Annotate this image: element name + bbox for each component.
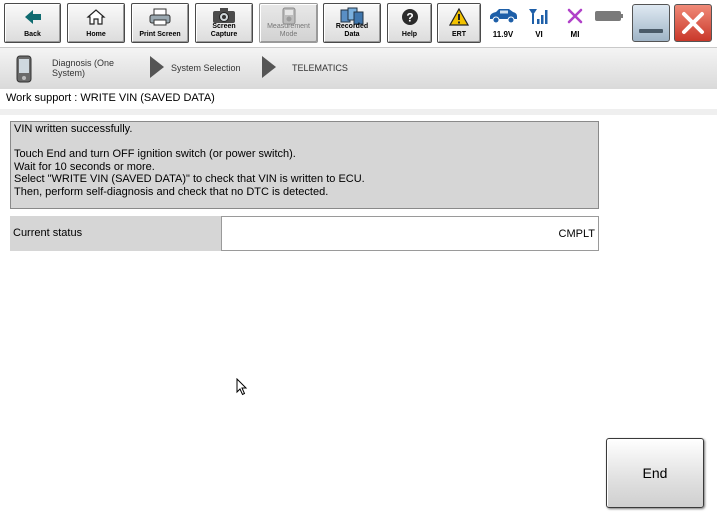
minimize-button[interactable] — [632, 4, 670, 42]
vi-indicator: VI — [524, 5, 554, 43]
divider — [0, 109, 717, 115]
current-status-row: Current status CMPLT — [10, 216, 599, 251]
help-button[interactable]: ? Help — [387, 3, 432, 43]
toolbar: Back Home Print Screen Screen Capture Me… — [0, 0, 717, 47]
close-button[interactable] — [674, 4, 712, 42]
message-line: Wait for 10 seconds or more. — [14, 160, 155, 173]
minimize-icon — [639, 29, 663, 33]
message-box: VIN written successfully. Touch End and … — [10, 121, 599, 209]
breadcrumb-diagnosis[interactable]: Diagnosis (One System) — [52, 58, 114, 78]
device-battery-icon — [594, 5, 624, 27]
vehicle-icon — [484, 5, 522, 27]
ert-label: ERT — [452, 31, 466, 38]
end-button-label: End — [642, 465, 668, 481]
help-icon: ? — [388, 7, 431, 27]
current-status-value-cell: CMPLT — [221, 216, 599, 251]
current-status-label: Current status — [13, 227, 83, 239]
device-indicator — [594, 5, 624, 43]
signal-icon — [524, 5, 554, 27]
mi-indicator: MI — [560, 5, 590, 43]
message-line: Select "WRITE VIN (SAVED DATA)" to check… — [14, 173, 365, 186]
mi-label: MI — [570, 30, 580, 39]
breadcrumb-separator-icon — [262, 56, 276, 78]
back-label: Back — [24, 31, 41, 38]
message-line: VIN written successfully. — [14, 123, 133, 135]
print-screen-button[interactable]: Print Screen — [131, 3, 189, 43]
recorded-data-button[interactable]: Recorded Data — [323, 3, 381, 43]
current-status-value: CMPLT — [558, 228, 595, 240]
help-label: Help — [401, 31, 418, 38]
svg-text:?: ? — [406, 11, 413, 25]
page-title: Work support : WRITE VIN (SAVED DATA) — [6, 92, 215, 104]
device-phone-icon — [16, 55, 32, 83]
back-button[interactable]: Back — [4, 3, 61, 43]
printer-icon — [132, 7, 188, 27]
message-line: Touch End and turn OFF ignition switch (… — [14, 148, 296, 161]
breadcrumb: Diagnosis (One System) System Selection … — [0, 47, 717, 90]
battery-voltage-indicator: 11.9V — [484, 5, 522, 43]
measurement-mode-button[interactable]: Measurement Mode — [259, 3, 318, 43]
current-status-label-cell: Current status — [10, 216, 221, 251]
home-button[interactable]: Home — [67, 3, 125, 43]
home-label: Home — [86, 31, 106, 38]
back-arrow-icon — [5, 7, 60, 27]
voltage-value: 11.9V — [492, 30, 514, 39]
breadcrumb-telematics: TELEMATICS — [292, 63, 348, 73]
mouse-cursor-icon — [236, 378, 248, 396]
end-button[interactable]: End — [606, 438, 704, 508]
close-icon — [682, 12, 704, 34]
home-icon — [68, 7, 124, 27]
ert-button[interactable]: ERT — [437, 3, 481, 43]
screen-capture-label: Screen Capture — [210, 23, 238, 38]
mi-x-icon — [560, 5, 590, 27]
page-title-bar: Work support : WRITE VIN (SAVED DATA) — [0, 89, 717, 110]
breadcrumb-system-selection[interactable]: System Selection — [171, 63, 241, 73]
vi-label: VI — [535, 30, 543, 39]
measurement-mode-label: Measurement Mode — [267, 23, 310, 38]
recorded-data-label: Recorded Data — [335, 23, 369, 38]
warning-icon — [438, 7, 480, 27]
screen-capture-button[interactable]: Screen Capture — [195, 3, 253, 43]
message-line: Then, perform self-diagnosis and check t… — [14, 185, 329, 198]
breadcrumb-separator-icon — [150, 56, 164, 78]
print-screen-label: Print Screen — [139, 31, 181, 38]
